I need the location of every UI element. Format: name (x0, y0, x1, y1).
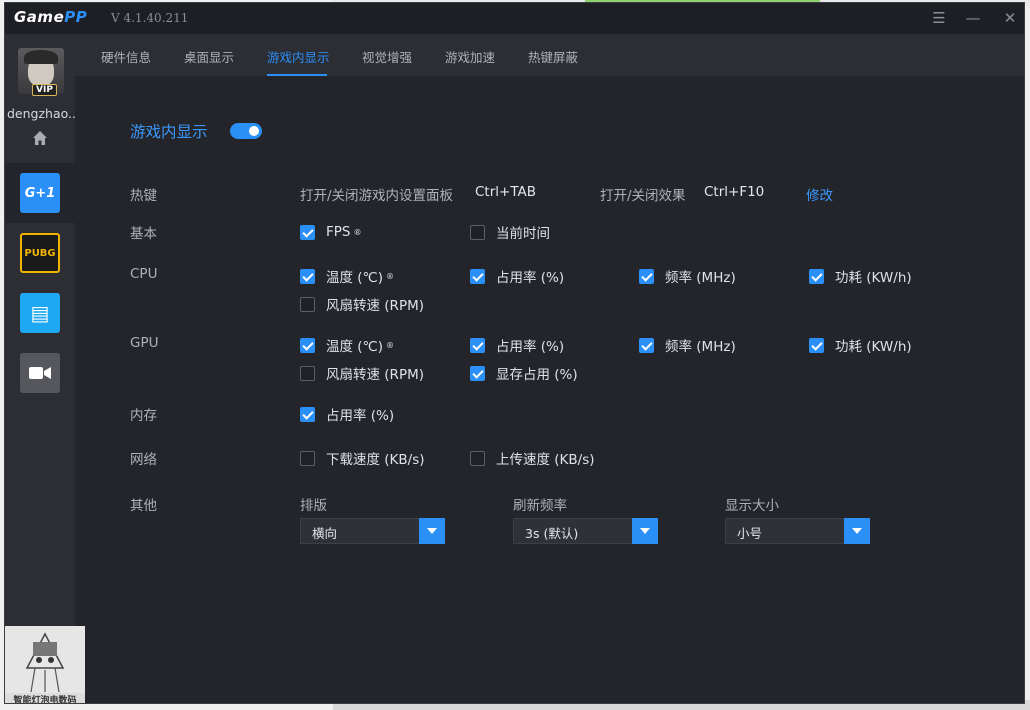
cpu-freq-checkbox[interactable]: 频率 (MHz) (639, 267, 736, 286)
gpu-usage-checkbox[interactable]: 占用率 (%) (470, 336, 564, 355)
minimize-button[interactable]: — (962, 7, 984, 29)
pubg-icon: PUBG (20, 233, 60, 273)
checkbox-box (300, 224, 315, 240)
fps-checkbox[interactable]: FPS ® (300, 223, 361, 241)
chevron-down-icon[interactable] (844, 518, 870, 544)
toggle-knob (249, 126, 259, 136)
cpu-row-label: CPU (130, 266, 158, 282)
close-button[interactable]: ✕ (999, 7, 1021, 29)
panel-hotkey-label: 打开/关闭游戏内设置面板 (300, 188, 454, 204)
home-icon[interactable] (32, 130, 48, 146)
tab-bar: 硬件信息 桌面显示 游戏内显示 视觉增强 游戏加速 热键屏蔽 (75, 34, 1024, 76)
memory-usage-checkbox[interactable]: 占用率 (%) (300, 405, 394, 424)
current-time-checkbox[interactable]: 当前时间 (470, 223, 550, 242)
tab-desktop-display[interactable]: 桌面显示 (184, 47, 234, 66)
video-camera-icon (20, 353, 60, 393)
gpu-temp-checkbox[interactable]: 温度 (℃) ® (300, 336, 394, 355)
notes-icon: ▤ (20, 293, 60, 333)
refresh-rate-label: 刷新频率 (513, 498, 567, 514)
app-logo: GamePP (14, 8, 88, 26)
network-row-label: 网络 (130, 452, 157, 468)
modify-hotkey-link[interactable]: 修改 (806, 184, 833, 204)
qr-code-image: 智能灯泡电数码 (5, 626, 85, 703)
panel-hotkey-value[interactable]: Ctrl+TAB (475, 184, 536, 200)
gpu-fan-checkbox[interactable]: 风扇转速 (RPM) (300, 364, 424, 383)
effect-hotkey-value[interactable]: Ctrl+F10 (704, 184, 764, 200)
vip-badge: VIP (32, 84, 57, 96)
gpu-power-checkbox[interactable]: 功耗 (KW/h) (809, 336, 912, 355)
display-size-label: 显示大小 (725, 498, 779, 514)
checkbox-box (470, 224, 485, 240)
refresh-rate-select[interactable]: 3s (默认) (513, 518, 658, 544)
page-title: 游戏内显示 (130, 123, 208, 141)
chevron-down-icon[interactable] (419, 518, 445, 544)
sidebar: VIP dengzhao... G+1 PUBG ▤ 智能灯泡电数码 (5, 34, 85, 703)
display-size-select[interactable]: 小号 (725, 518, 870, 544)
gpu-vram-checkbox[interactable]: 显存占用 (%) (470, 364, 578, 383)
layout-select[interactable]: 横向 (300, 518, 445, 544)
title-bar[interactable]: GamePP V 4.1.40.211 ☰ — ✕ (5, 3, 1024, 34)
username[interactable]: dengzhao... (7, 106, 75, 121)
sidebar-item-notes[interactable]: ▤ (5, 283, 75, 343)
gpu-freq-checkbox[interactable]: 频率 (MHz) (639, 336, 736, 355)
upload-speed-checkbox[interactable]: 上传速度 (KB/s) (470, 449, 595, 468)
sidebar-item-pubg[interactable]: PUBG (5, 223, 75, 283)
cpu-usage-checkbox[interactable]: 占用率 (%) (470, 267, 564, 286)
avatar-hair (24, 50, 58, 64)
tab-hotkey-block[interactable]: 热键屏蔽 (528, 47, 578, 66)
menu-icon[interactable]: ☰ (928, 7, 950, 29)
gpu-row-label: GPU (130, 335, 159, 351)
layout-label: 排版 (300, 498, 327, 514)
other-row-label: 其他 (130, 498, 157, 514)
cpu-power-checkbox[interactable]: 功耗 (KW/h) (809, 267, 912, 286)
chevron-down-icon[interactable] (632, 518, 658, 544)
tab-hardware-info[interactable]: 硬件信息 (101, 47, 151, 66)
sidebar-item-video[interactable] (5, 343, 75, 403)
app-version: V 4.1.40.211 (111, 11, 189, 25)
tab-visual-enhance[interactable]: 视觉增强 (362, 47, 412, 66)
qr-caption: 智能灯泡电数码 (5, 693, 85, 703)
effect-hotkey-label: 打开/关闭效果 (600, 188, 686, 204)
memory-row-label: 内存 (130, 408, 157, 424)
ingame-display-toggle[interactable] (230, 123, 262, 139)
tab-ingame-display[interactable]: 游戏内显示 (267, 47, 330, 66)
cpu-temp-checkbox[interactable]: 温度 (℃) ® (300, 267, 394, 286)
sidebar-item-gamepp[interactable]: G+1 (5, 163, 76, 223)
download-speed-checkbox[interactable]: 下载速度 (KB/s) (300, 449, 425, 468)
basic-row-label: 基本 (130, 226, 157, 242)
gamepp-plus-icon: G+1 (20, 173, 60, 213)
tab-game-boost[interactable]: 游戏加速 (445, 47, 495, 66)
hotkey-row-label: 热键 (130, 188, 157, 204)
cpu-fan-checkbox[interactable]: 风扇转速 (RPM) (300, 295, 424, 314)
gamepp-window: GamePP V 4.1.40.211 ☰ — ✕ VIP dengzhao..… (4, 2, 1025, 704)
main-panel: 游戏内显示 热键 打开/关闭游戏内设置面板 Ctrl+TAB 打开/关闭效果 C… (75, 76, 1024, 703)
